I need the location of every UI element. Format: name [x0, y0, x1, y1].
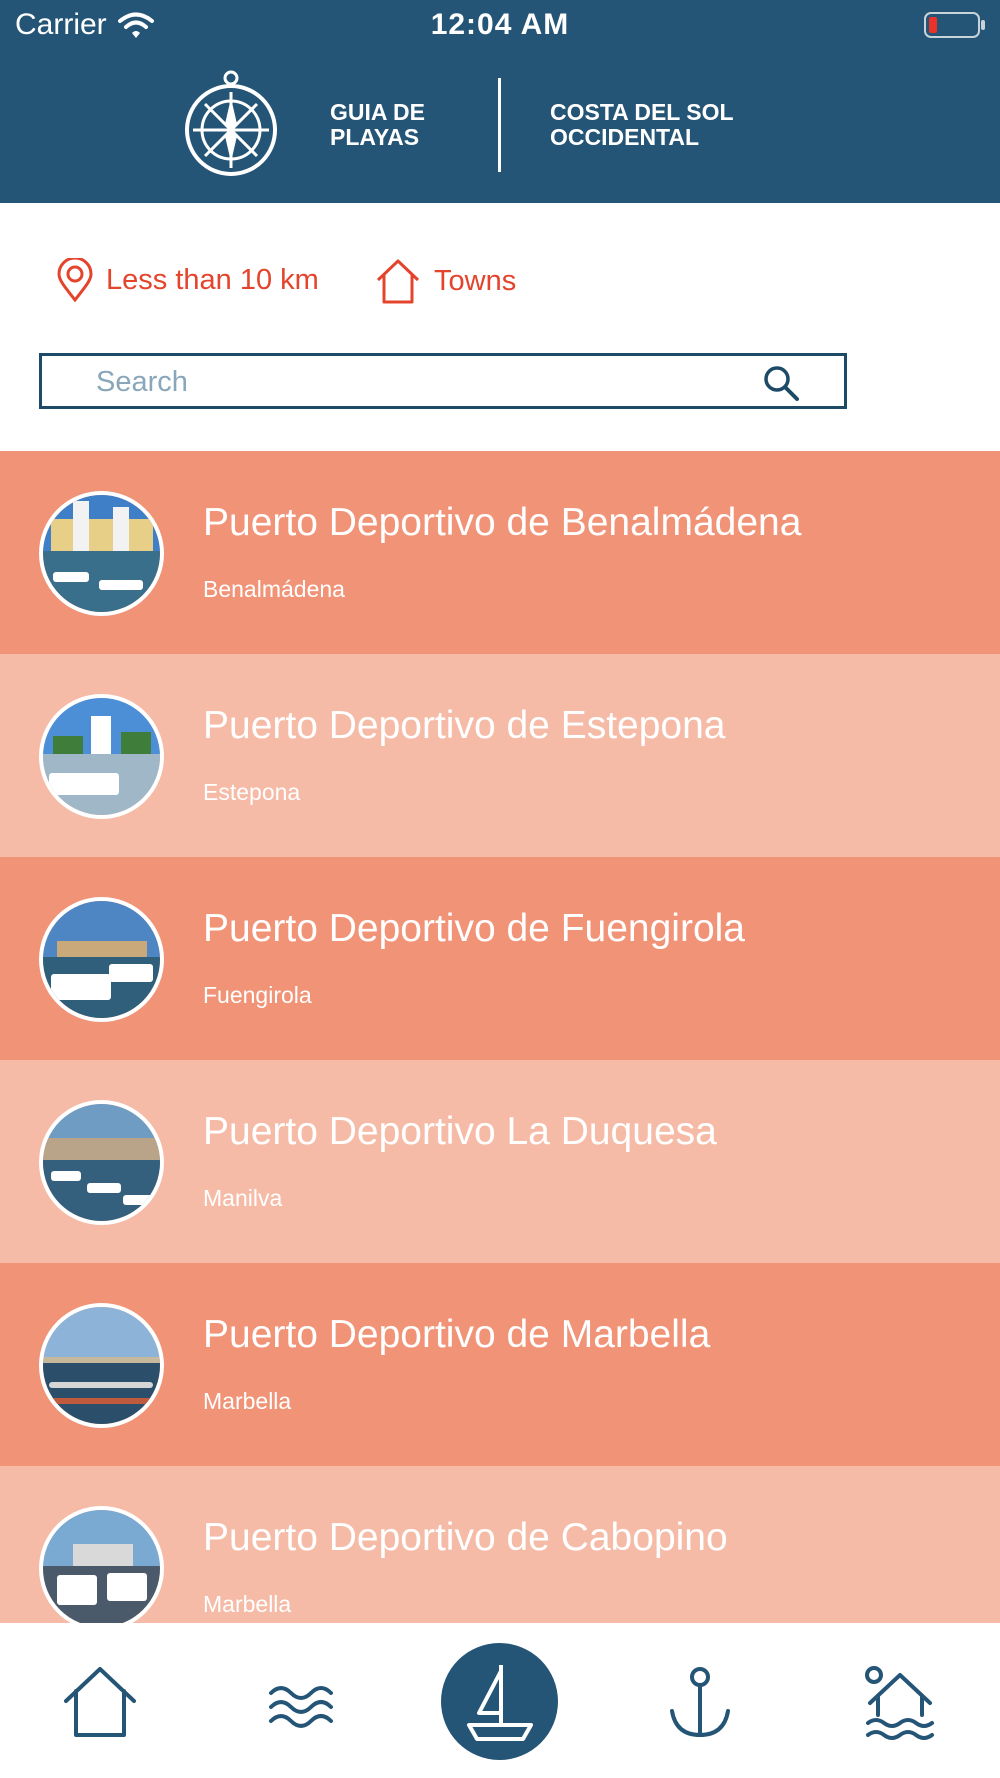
towns-filter-button[interactable]: Towns — [374, 258, 516, 304]
marina-name: Puerto Deportivo de Cabopino — [203, 1516, 728, 1559]
list-item[interactable]: Puerto Deportivo La Duquesa Manilva — [0, 1060, 1000, 1263]
location-pin-icon — [57, 258, 93, 302]
status-time: 12:04 AM — [430, 8, 570, 41]
search-box — [39, 353, 847, 409]
marina-thumbnail — [39, 1506, 164, 1623]
marina-name: Puerto Deportivo de Marbella — [203, 1313, 711, 1356]
battery-icon — [924, 12, 985, 38]
list-item[interactable]: Puerto Deportivo de Fuengirola Fuengirol… — [0, 857, 1000, 1060]
app-region-title: COSTA DEL SOL OCCIDENTAL — [550, 99, 734, 150]
list-item[interactable]: Puerto Deportivo de Estepona Estepona — [0, 654, 1000, 857]
marina-town: Marbella — [203, 1591, 292, 1617]
tab-ports[interactable] — [660, 1663, 740, 1743]
marina-thumbnail — [39, 897, 164, 1022]
marina-name: Puerto Deportivo de Estepona — [203, 704, 726, 747]
status-bar: Carrier 12:04 AM — [0, 0, 1000, 52]
marina-thumbnail — [39, 491, 164, 616]
tab-home[interactable] — [60, 1663, 140, 1743]
waves-icon — [269, 1686, 333, 1728]
marina-town: Manilva — [203, 1185, 283, 1211]
marina-town: Benalmádena — [203, 576, 345, 602]
list-item[interactable]: Puerto Deportivo de Benalmádena Benalmád… — [0, 451, 1000, 654]
tab-marinas[interactable] — [441, 1643, 558, 1760]
marina-list: Puerto Deportivo de Benalmádena Benalmád… — [0, 451, 1000, 1623]
list-item[interactable]: Puerto Deportivo de Cabopino Marbella — [0, 1466, 1000, 1623]
header-divider — [498, 78, 501, 172]
marina-thumbnail — [39, 1100, 164, 1225]
home-icon — [64, 1667, 136, 1737]
bottom-tab-bar — [0, 1623, 1000, 1778]
beach-town-icon — [865, 1666, 934, 1740]
sailboat-icon — [467, 1665, 533, 1741]
filter-bar: Less than 10 km Towns — [0, 240, 1000, 320]
marina-thumbnail — [39, 694, 164, 819]
app-header: GUIA DE PLAYAS COSTA DEL SOL OCCIDENTAL — [0, 52, 1000, 203]
marina-town: Fuengirola — [203, 982, 312, 1008]
house-icon — [376, 259, 420, 304]
marina-town: Estepona — [203, 779, 301, 805]
distance-filter-label: Less than 10 km — [106, 263, 319, 296]
towns-filter-label: Towns — [434, 264, 517, 297]
marina-name: Puerto Deportivo de Benalmádena — [203, 501, 802, 544]
tab-beach-towns[interactable] — [860, 1663, 940, 1743]
distance-filter-button[interactable]: Less than 10 km — [56, 258, 319, 302]
list-item[interactable]: Puerto Deportivo de Marbella Marbella — [0, 1263, 1000, 1466]
marina-name: Puerto Deportivo La Duquesa — [203, 1110, 717, 1153]
marina-name: Puerto Deportivo de Fuengirola — [203, 907, 745, 950]
anchor-icon — [670, 1667, 730, 1738]
marina-town: Marbella — [203, 1388, 292, 1414]
search-input[interactable] — [94, 362, 758, 402]
tab-beaches[interactable] — [261, 1663, 341, 1743]
marina-thumbnail — [39, 1303, 164, 1428]
compass-logo-icon — [185, 70, 277, 176]
app-title-guia: GUIA DE PLAYAS — [330, 99, 425, 150]
search-icon[interactable] — [762, 364, 800, 402]
